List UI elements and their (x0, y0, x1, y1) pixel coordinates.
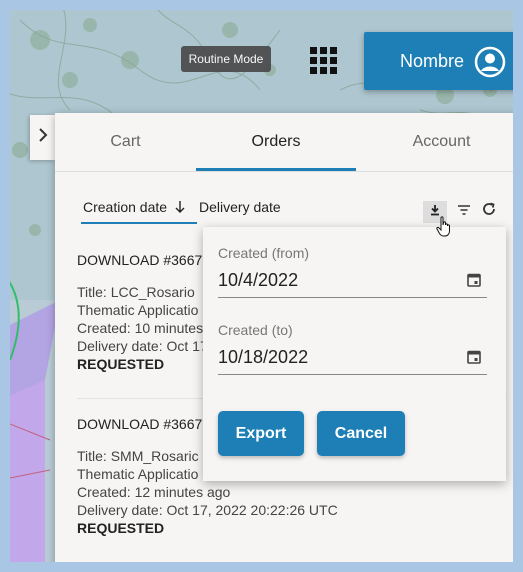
export-button[interactable]: Export (218, 411, 304, 456)
field-underline (218, 297, 487, 298)
created-to-field[interactable]: Created (to) 10/18/2022 (218, 322, 487, 375)
export-dialog: Created (from) 10/4/2022 Created (to) 10… (203, 227, 506, 481)
order-delivery: Delivery date: Oct 17, 2022 20:22:26 UTC (77, 502, 338, 518)
created-to-label: Created (to) (218, 322, 293, 338)
chevron-right-icon (38, 128, 48, 147)
apps-grid-icon (320, 57, 327, 64)
created-from-label: Created (from) (218, 245, 310, 261)
window-frame: Routine Mode Nombre Cart Orders Account (0, 0, 523, 572)
created-to-value[interactable]: 10/18/2022 (218, 347, 308, 368)
calendar-icon[interactable] (467, 272, 481, 292)
apps-grid-icon (330, 47, 337, 54)
created-from-field[interactable]: Created (from) 10/4/2022 (218, 245, 487, 298)
apps-grid-icon (310, 67, 317, 74)
filter-button[interactable] (455, 203, 473, 221)
refresh-icon (481, 201, 497, 222)
hand-pointer-icon (436, 216, 454, 243)
apps-grid-button[interactable] (310, 47, 338, 75)
apps-grid-icon (330, 67, 337, 74)
routine-mode-chip[interactable]: Routine Mode (181, 46, 271, 72)
tab-cart[interactable]: Cart (55, 113, 196, 171)
status-badge: REQUESTED (77, 520, 165, 536)
field-underline (218, 374, 487, 375)
apps-grid-icon (310, 57, 317, 64)
sort-creation-date[interactable]: Creation date (83, 199, 185, 217)
panel-tabs: Cart Orders Account (55, 113, 513, 172)
refresh-button[interactable] (479, 201, 499, 221)
cancel-button[interactable]: Cancel (317, 411, 405, 456)
order-created: Created: 12 minutes ago (77, 484, 231, 500)
sort-creation-label: Creation date (83, 199, 168, 215)
panel-expand-button[interactable] (30, 115, 55, 160)
apps-grid-icon (320, 47, 327, 54)
apps-grid-icon (310, 47, 317, 54)
tab-account[interactable]: Account (356, 113, 513, 171)
sort-delivery-date[interactable]: Delivery date (199, 199, 281, 215)
user-menu-button[interactable]: Nombre (364, 32, 513, 90)
account-circle-icon (474, 46, 506, 83)
apps-grid-icon (330, 57, 337, 64)
divider (77, 563, 507, 564)
calendar-icon[interactable] (467, 349, 481, 369)
active-sort-indicator (81, 222, 197, 224)
tab-orders[interactable]: Orders (196, 113, 356, 171)
arrow-down-icon (175, 201, 185, 217)
created-from-value[interactable]: 10/4/2022 (218, 270, 298, 291)
user-name-label: Nombre (400, 51, 465, 71)
filter-icon (457, 203, 471, 221)
apps-grid-icon (320, 67, 327, 74)
